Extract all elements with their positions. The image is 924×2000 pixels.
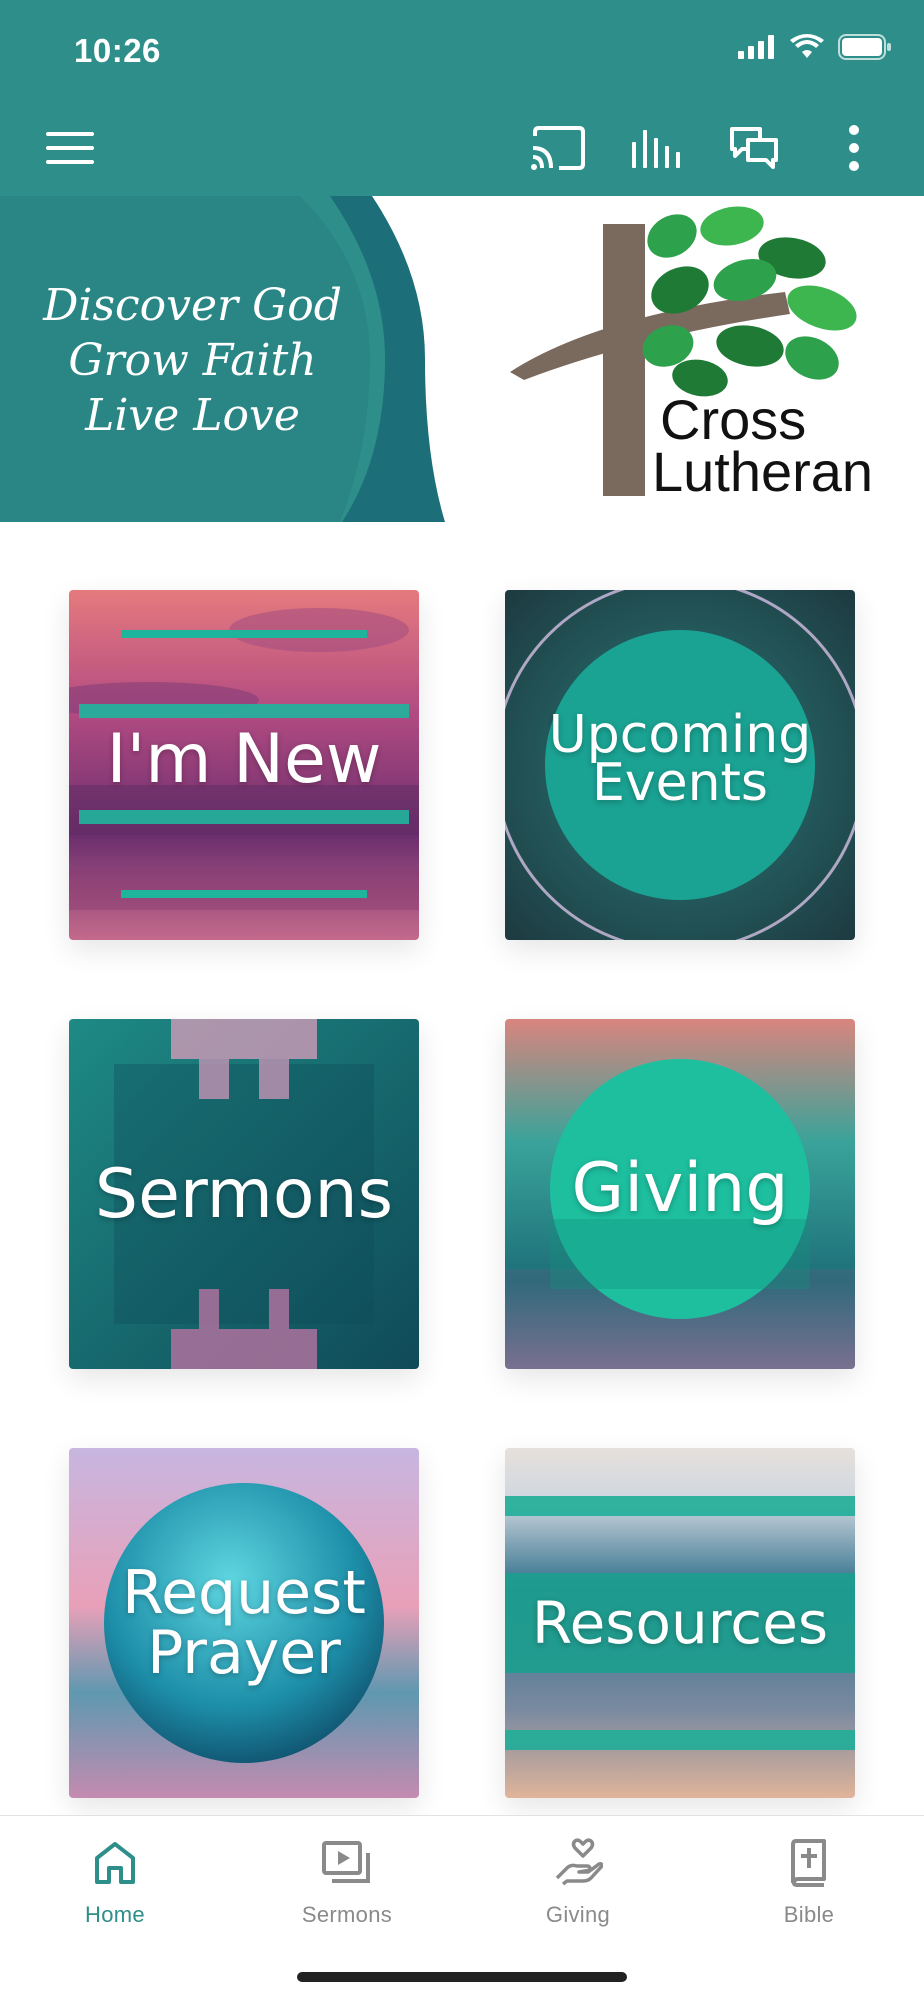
nav-giving-label: Giving: [545, 1902, 611, 1927]
tile-label: I'm New: [106, 719, 382, 799]
nav-bible-label: Bible: [783, 1902, 835, 1927]
tile-label: Giving: [571, 1148, 789, 1228]
tile-upcoming-events[interactable]: Upcoming Events: [505, 590, 855, 940]
tile-request-prayer[interactable]: Request Prayer: [69, 1448, 419, 1798]
status-time: 10:26: [74, 32, 161, 69]
tile-label: Resources: [531, 1589, 829, 1657]
chat-button[interactable]: [722, 116, 786, 180]
status-icons: [738, 34, 892, 65]
tile-im-new[interactable]: I'm New: [69, 590, 419, 940]
signal-icon: [738, 35, 776, 64]
wifi-icon: [790, 34, 824, 65]
chat-icon: [730, 127, 778, 169]
menu-icon: [46, 132, 94, 164]
cast-button[interactable]: [526, 116, 590, 180]
nav-bible[interactable]: Bible: [709, 1834, 909, 1944]
app-bar: [0, 110, 924, 186]
tile-label-line-2: Events: [591, 753, 769, 813]
giving-hand-icon: [555, 1838, 603, 1886]
tile-sermons[interactable]: Sermons: [69, 1019, 419, 1369]
menu-button[interactable]: [38, 116, 102, 180]
tagline-line-2: Grow Faith: [68, 335, 317, 386]
nav-giving[interactable]: Giving: [478, 1834, 678, 1944]
battery-icon: [838, 34, 892, 65]
home-indicator: [297, 1972, 627, 1982]
tile-label: Request Prayer: [69, 1448, 419, 1798]
equalizer-icon: [632, 130, 680, 168]
more-options-button[interactable]: [822, 116, 886, 180]
video-library-icon: [322, 1841, 370, 1883]
banner-tagline: Discover God Grow Faith Live Love: [20, 278, 365, 443]
bible-icon: [791, 1839, 826, 1887]
nav-home[interactable]: Home: [15, 1834, 215, 1944]
tile-resources[interactable]: Resources: [505, 1448, 855, 1798]
tile-giving[interactable]: Giving: [505, 1019, 855, 1369]
tagline-line-1: Discover God: [43, 280, 342, 331]
audio-button[interactable]: [624, 116, 688, 180]
tile-label: Upcoming Events: [505, 590, 855, 940]
tile-label-line-1: Request: [122, 1558, 366, 1628]
top-bar: 10:26: [0, 0, 924, 196]
tile-label-line-2: Prayer: [147, 1618, 341, 1688]
home-icon: [95, 1842, 135, 1884]
cast-icon: [531, 126, 585, 170]
tile-label: Sermons: [94, 1154, 394, 1234]
more-vert-icon: [849, 125, 859, 171]
nav-home-label: Home: [85, 1902, 145, 1927]
tile-label-line-1: Upcoming: [548, 705, 812, 765]
logo-word-lutheran: Lutheran: [652, 440, 874, 503]
nav-sermons[interactable]: Sermons: [247, 1834, 447, 1944]
church-banner: Discover God Grow Faith Live Love Cross …: [0, 196, 924, 522]
tagline-line-3: Live Love: [85, 390, 300, 441]
nav-sermons-label: Sermons: [301, 1902, 393, 1927]
